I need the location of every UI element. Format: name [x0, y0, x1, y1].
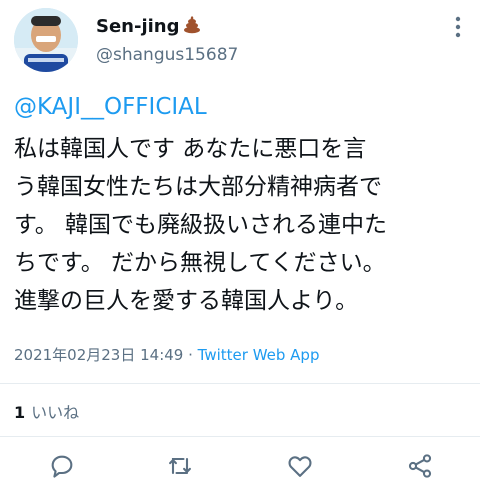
tweet-text-line: 私は韓国人です あなたに悪口を言: [14, 136, 367, 162]
display-name-text: Sen-jing: [96, 16, 180, 37]
tweet-meta: 2021年02月23日 14:49 · Twitter Web App: [14, 344, 319, 365]
mention-link[interactable]: @KAJI__OFFICIAL: [14, 94, 207, 120]
tweet-text-line: 進撃の巨人を愛する韓国人より。: [14, 288, 359, 314]
user-handle[interactable]: @shangus15687: [96, 45, 238, 65]
more-options-icon[interactable]: [448, 12, 468, 42]
like-count: 1: [14, 403, 26, 422]
tweet-text: 私は韓国人です あなたに悪口を言 う韓国女性たちは大部分精神病者で す。 韓国で…: [14, 130, 472, 320]
display-name[interactable]: Sen-jing: [96, 14, 202, 39]
meta-separator: ·: [183, 346, 198, 364]
divider: [0, 383, 480, 384]
tweet-text-line: ちです。 だから無視してください。: [14, 250, 386, 276]
share-icon: [408, 454, 432, 478]
avatar-image: [14, 8, 78, 72]
divider: [0, 436, 480, 437]
source-app-link[interactable]: Twitter Web App: [198, 346, 320, 364]
reply-button[interactable]: [48, 452, 76, 480]
reply-icon: [51, 455, 73, 478]
likes-summary[interactable]: 1 いいね: [14, 399, 79, 423]
timestamp[interactable]: 2021年02月23日 14:49: [14, 346, 183, 364]
avatar[interactable]: [14, 8, 78, 72]
share-button[interactable]: [406, 452, 434, 480]
poop-icon: [182, 14, 202, 39]
retweet-button[interactable]: [166, 452, 194, 480]
like-button[interactable]: [286, 452, 314, 480]
like-icon: [288, 456, 312, 477]
tweet-text-line: う韓国女性たちは大部分精神病者で: [14, 174, 382, 200]
like-label: いいね: [31, 403, 80, 422]
retweet-icon: [169, 457, 191, 475]
tweet-text-line: す。 韓国でも廃級扱いされる連中た: [14, 212, 388, 238]
